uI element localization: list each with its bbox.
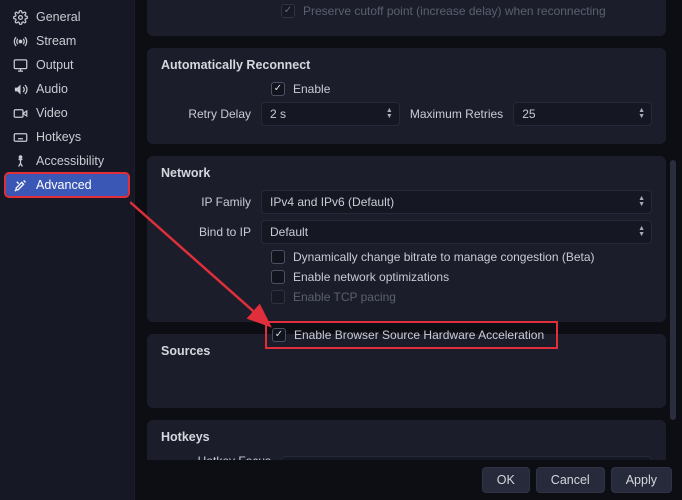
checkbox-icon — [271, 82, 285, 96]
tcp-pacing-label: Enable TCP pacing — [293, 290, 396, 304]
speaker-icon — [12, 81, 28, 97]
enable-checkbox[interactable]: Enable — [271, 82, 652, 96]
monitor-icon — [12, 57, 28, 73]
scrollbar[interactable] — [670, 160, 676, 420]
gear-icon — [12, 9, 28, 25]
checkbox-icon — [272, 328, 286, 342]
sidebar-item-video[interactable]: Video — [6, 102, 128, 124]
hw-accel-checkbox[interactable]: Enable Browser Source Hardware Accelerat… — [265, 321, 558, 349]
content-area: Preserve cutoff point (increase delay) w… — [135, 0, 682, 460]
tcp-pacing-checkbox[interactable]: Enable TCP pacing — [271, 290, 652, 304]
tools-icon — [12, 177, 28, 193]
video-icon — [12, 105, 28, 121]
ip-family-value: IPv4 and IPv6 (Default) — [270, 195, 394, 209]
bind-ip-value: Default — [270, 225, 308, 239]
ok-button[interactable]: OK — [482, 467, 530, 493]
hw-accel-label: Enable Browser Source Hardware Accelerat… — [294, 328, 544, 342]
spinner-arrows-icon: ▲▼ — [386, 108, 393, 120]
retry-delay-row: Retry Delay 2 s ▲▼ Maximum Retries 25 ▲▼ — [161, 102, 652, 126]
preserve-cutoff-checkbox[interactable]: Preserve cutoff point (increase delay) w… — [281, 4, 652, 18]
sidebar-item-label: Hotkeys — [36, 130, 81, 144]
sidebar-item-label: General — [36, 10, 80, 24]
keyboard-icon — [12, 129, 28, 145]
sidebar-item-stream[interactable]: Stream — [6, 30, 128, 52]
max-retries-spinner[interactable]: 25 ▲▼ — [513, 102, 652, 126]
checkbox-icon — [271, 250, 285, 264]
dialog-footer: OK Cancel Apply — [0, 460, 682, 500]
sidebar-item-label: Advanced — [36, 178, 92, 192]
max-retries-label: Maximum Retries — [410, 107, 503, 121]
retry-delay-label: Retry Delay — [161, 107, 261, 121]
section-network: Network IP Family IPv4 and IPv6 (Default… — [147, 156, 666, 322]
accessibility-icon — [12, 153, 28, 169]
enable-label: Enable — [293, 82, 330, 96]
section-prev: Preserve cutoff point (increase delay) w… — [147, 0, 666, 36]
retry-delay-spinner[interactable]: 2 s ▲▼ — [261, 102, 400, 126]
bind-ip-label: Bind to IP — [161, 225, 261, 239]
sidebar-item-audio[interactable]: Audio — [6, 78, 128, 100]
section-title: Automatically Reconnect — [161, 58, 652, 72]
sidebar-item-label: Accessibility — [36, 154, 104, 168]
section-hotkeys: Hotkeys Hotkey Focus Behavior Never disa… — [147, 420, 666, 460]
checkbox-icon — [281, 4, 295, 18]
preserve-cutoff-label: Preserve cutoff point (increase delay) w… — [303, 4, 606, 18]
bind-ip-row: Bind to IP Default ▲▼ — [161, 220, 652, 244]
dyn-bitrate-checkbox[interactable]: Dynamically change bitrate to manage con… — [271, 250, 652, 264]
sidebar-item-advanced[interactable]: Advanced — [6, 174, 128, 196]
cancel-button[interactable]: Cancel — [536, 467, 605, 493]
sidebar-item-accessibility[interactable]: Accessibility — [6, 150, 128, 172]
checkbox-icon — [271, 290, 285, 304]
dyn-bitrate-label: Dynamically change bitrate to manage con… — [293, 250, 595, 264]
net-opt-checkbox[interactable]: Enable network optimizations — [271, 270, 652, 284]
retry-delay-value: 2 s — [270, 107, 286, 121]
ip-family-row: IP Family IPv4 and IPv6 (Default) ▲▼ — [161, 190, 652, 214]
sidebar-item-label: Stream — [36, 34, 76, 48]
chevron-updown-icon: ▲▼ — [638, 196, 645, 208]
net-opt-label: Enable network optimizations — [293, 270, 449, 284]
sidebar-item-label: Audio — [36, 82, 68, 96]
max-retries-value: 25 — [522, 107, 535, 121]
sidebar-item-label: Video — [36, 106, 68, 120]
section-title: Network — [161, 166, 652, 180]
bind-ip-select[interactable]: Default ▲▼ — [261, 220, 652, 244]
ip-family-label: IP Family — [161, 195, 261, 209]
sidebar-item-label: Output — [36, 58, 74, 72]
spinner-arrows-icon: ▲▼ — [638, 108, 645, 120]
wifi-icon — [12, 33, 28, 49]
section-auto-reconnect: Automatically Reconnect Enable Retry Del… — [147, 48, 666, 144]
apply-button[interactable]: Apply — [611, 467, 672, 493]
sidebar: General Stream Output Audio Video Hotkey… — [0, 0, 135, 500]
sidebar-item-hotkeys[interactable]: Hotkeys — [6, 126, 128, 148]
checkbox-icon — [271, 270, 285, 284]
sidebar-item-general[interactable]: General — [6, 6, 128, 28]
chevron-updown-icon: ▲▼ — [638, 226, 645, 238]
sidebar-item-output[interactable]: Output — [6, 54, 128, 76]
ip-family-select[interactable]: IPv4 and IPv6 (Default) ▲▼ — [261, 190, 652, 214]
section-title: Hotkeys — [161, 430, 652, 444]
